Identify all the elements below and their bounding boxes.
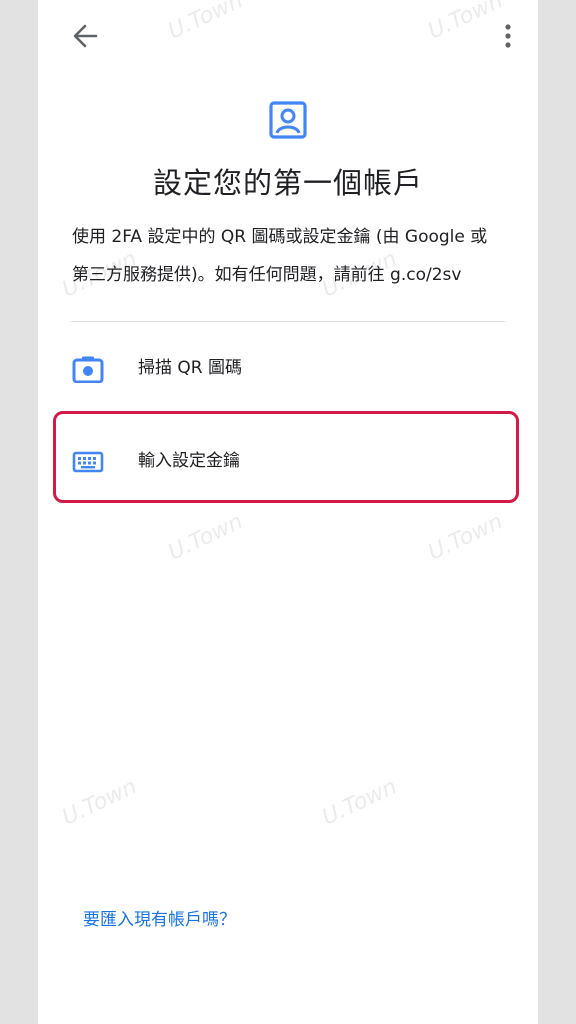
more-options-button[interactable] [494,20,522,52]
right-margin [538,0,576,1024]
divider [71,321,505,322]
page-title: 設定您的第一個帳戶 [152,166,423,200]
scan-qr-option[interactable]: 掃描 QR 圖碼 [38,333,538,403]
import-accounts-link[interactable]: 要匯入現有帳戶嗎？ [83,905,236,930]
left-margin [0,0,38,1024]
watermark: U.Town [164,509,247,566]
scan-qr-label: 掃描 QR 圖碼 [138,358,243,378]
watermark: U.Town [318,774,401,831]
watermark: U.Town [164,0,247,45]
highlight-box [53,411,519,503]
description-line-1: 使用 2FA 設定中的 QR 圖碼或設定金鑰 (由 Google 或 [72,227,488,247]
account-box-icon [268,100,308,140]
arrow-back-icon [73,24,98,48]
description-line-2: 第三方服務提供)。如有任何問題，請前往 g.co/2sv [72,265,462,285]
description: 使用 2FA 設定中的 QR 圖碼或設定金鑰 (由 Google 或 第三方服務… [72,218,512,294]
camera-icon [72,355,104,384]
back-button[interactable] [68,20,104,52]
app-stage: U.Town U.Town U.Town U.Town U.Town U.Tow… [0,0,576,1024]
authenticator-screen: U.Town U.Town U.Town U.Town U.Town U.Tow… [38,0,538,1024]
watermark: U.Town [424,509,507,566]
watermark: U.Town [58,774,141,831]
more-vert-icon [505,24,511,48]
